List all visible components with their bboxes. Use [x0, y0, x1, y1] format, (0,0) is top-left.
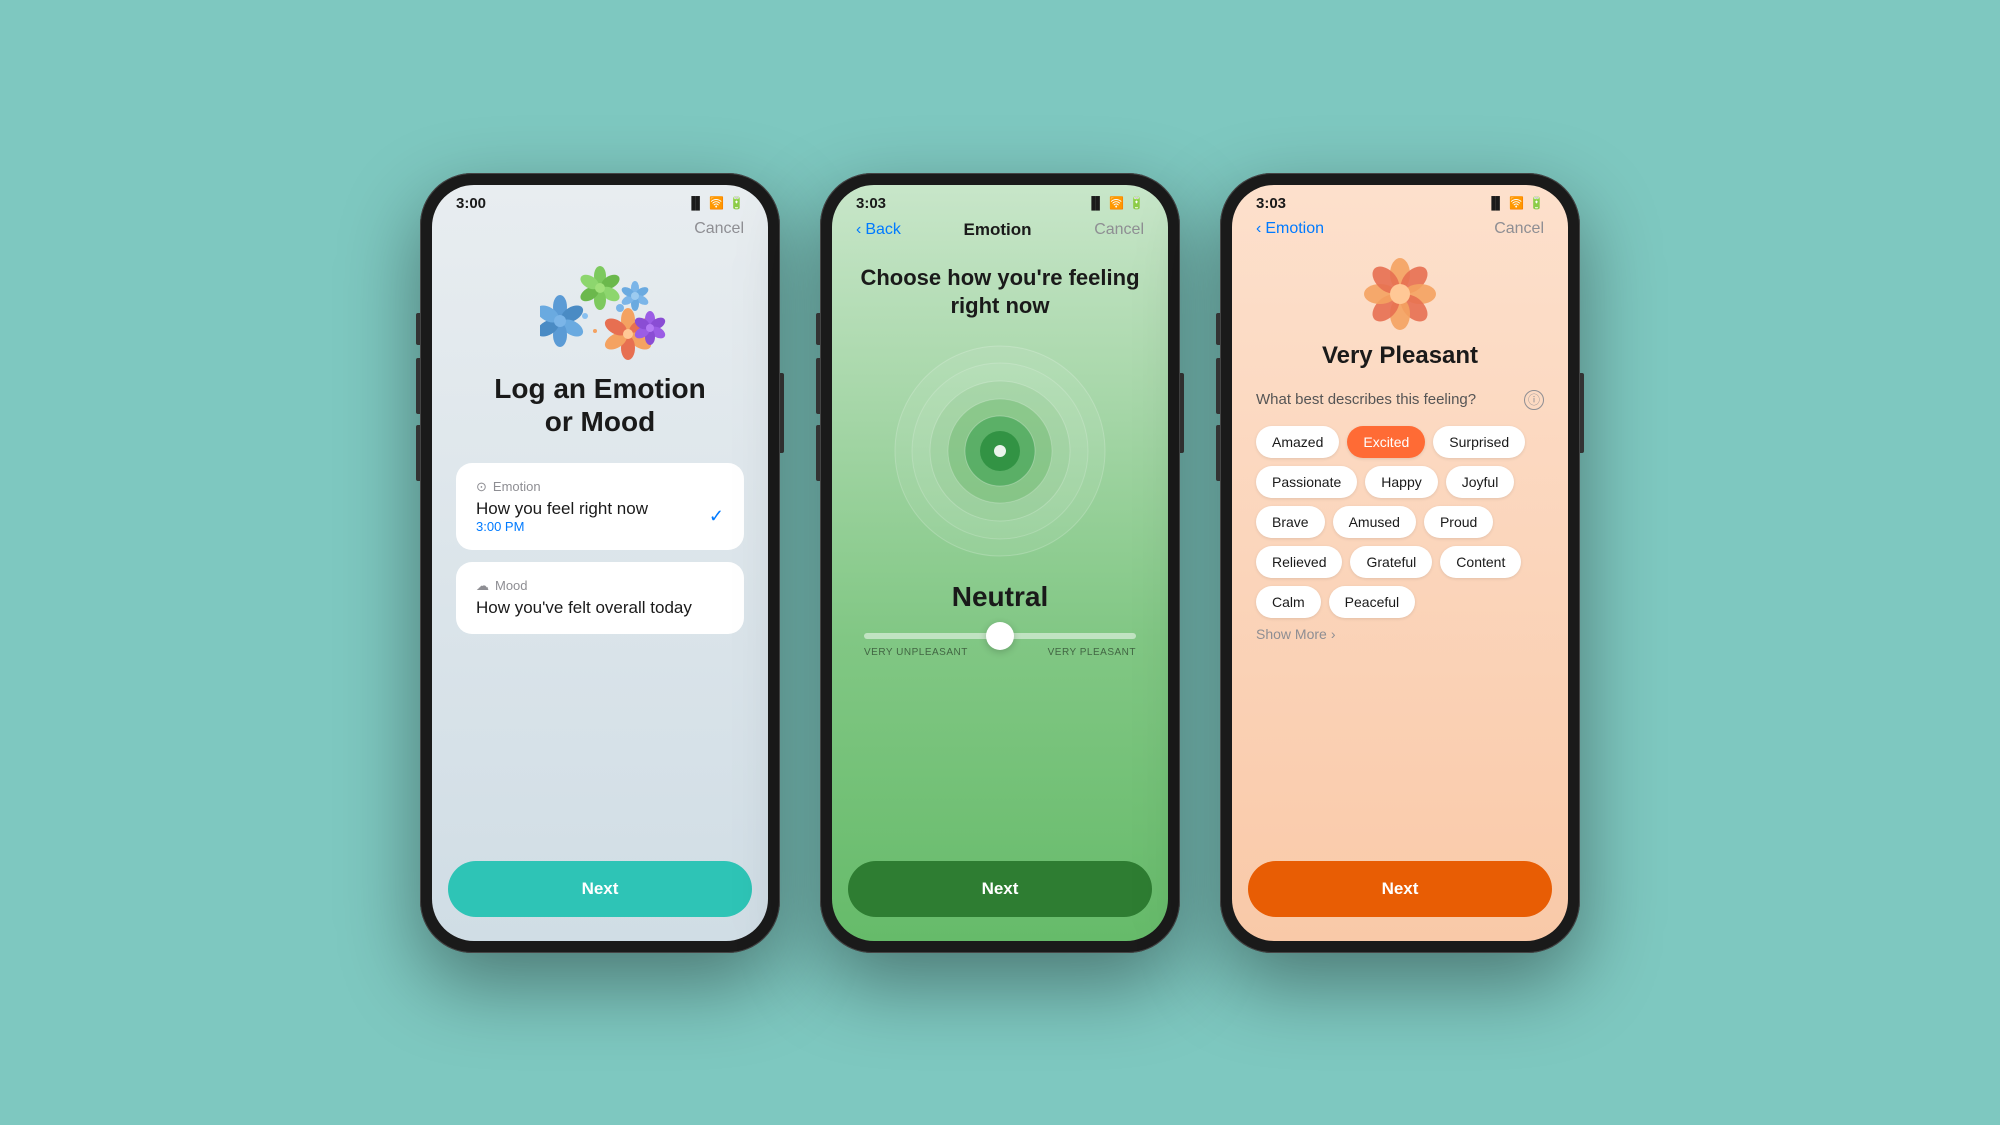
- status-icons-2: ▐▌ 🛜 🔋: [1087, 196, 1144, 210]
- emotion-wheel-container: Choose how you're feeling right now: [832, 248, 1168, 674]
- tag-amazed[interactable]: Amazed: [1256, 426, 1339, 458]
- chevron-right-icon: ›: [1331, 626, 1336, 642]
- signal-icon-2: ▐▌: [1087, 196, 1104, 210]
- tag-amused[interactable]: Amused: [1333, 506, 1416, 538]
- tag-calm[interactable]: Calm: [1256, 586, 1321, 618]
- chevron-left-icon-3: ‹: [1256, 220, 1261, 238]
- slider-label-right: VERY PLEASANT: [1048, 647, 1136, 658]
- battery-icon-3: 🔋: [1529, 196, 1544, 210]
- describes-label: What best describes this feeling?: [1256, 391, 1476, 408]
- nav-title-2: Emotion: [964, 220, 1032, 240]
- status-icons-1: ▐▌ 🛜 🔋: [687, 196, 744, 210]
- wifi-icon-2: 🛜: [1109, 196, 1124, 210]
- slider-label-left: VERY UNPLEASANT: [864, 647, 968, 658]
- tag-grateful[interactable]: Grateful: [1350, 546, 1432, 578]
- next-button-3[interactable]: Next: [1248, 861, 1552, 917]
- emotion-option-card[interactable]: ⊙ Emotion How you feel right now 3:00 PM…: [456, 463, 744, 550]
- cancel-button-1[interactable]: Cancel: [694, 220, 744, 238]
- status-bar-2: 3:03 ▐▌ 🛜 🔋: [832, 185, 1168, 216]
- signal-icon: ▐▌: [687, 196, 704, 210]
- describes-row: What best describes this feeling? ⓘ: [1256, 390, 1544, 410]
- next-button-1[interactable]: Next: [448, 861, 752, 917]
- emotion-type-label: Emotion: [493, 479, 541, 494]
- emotion-checkmark: ✓: [709, 506, 724, 527]
- phone-1: 3:00 ▐▌ 🛜 🔋 Cancel: [420, 173, 780, 953]
- wifi-icon: 🛜: [709, 196, 724, 210]
- phone3-content: Very Pleasant What best describes this f…: [1232, 246, 1568, 650]
- phone-3: 3:03 ▐▌ 🛜 🔋 ‹ Emotion Cancel: [1220, 173, 1580, 953]
- emotion-slider-container: VERY UNPLEASANT VERY PLEASANT: [856, 633, 1144, 658]
- nav-bar-3: ‹ Emotion Cancel: [1232, 216, 1568, 246]
- emotion-slider-thumb[interactable]: [986, 622, 1014, 650]
- emotion-icon: ⊙: [476, 479, 487, 495]
- battery-icon: 🔋: [729, 196, 744, 210]
- info-button[interactable]: ⓘ: [1524, 390, 1544, 410]
- nav-bar-2: ‹ Back Emotion Cancel: [832, 216, 1168, 248]
- show-more-button[interactable]: Show More ›: [1256, 626, 1544, 642]
- mood-icon: ☁: [476, 578, 489, 594]
- wifi-icon-3: 🛜: [1509, 196, 1524, 210]
- cancel-button-3[interactable]: Cancel: [1494, 220, 1544, 238]
- battery-icon-2: 🔋: [1129, 196, 1144, 210]
- status-bar-1: 3:00 ▐▌ 🛜 🔋: [432, 185, 768, 216]
- tag-passionate[interactable]: Passionate: [1256, 466, 1357, 498]
- emotion-slider-track[interactable]: [864, 633, 1136, 639]
- chevron-left-icon: ‹: [856, 221, 861, 239]
- emotion-wheel[interactable]: [890, 341, 1110, 561]
- pleasant-flower-decoration: [1256, 254, 1544, 334]
- status-time-3: 3:03: [1256, 195, 1286, 212]
- tag-proud[interactable]: Proud: [1424, 506, 1493, 538]
- tag-brave[interactable]: Brave: [1256, 506, 1325, 538]
- tag-surprised[interactable]: Surprised: [1433, 426, 1525, 458]
- back-button-3[interactable]: ‹ Emotion: [1256, 220, 1324, 238]
- tag-relieved[interactable]: Relieved: [1256, 546, 1342, 578]
- cancel-button-2[interactable]: Cancel: [1094, 221, 1144, 239]
- tag-peaceful[interactable]: Peaceful: [1329, 586, 1415, 618]
- tag-happy[interactable]: Happy: [1365, 466, 1437, 498]
- flowers-decoration: [540, 266, 660, 356]
- status-bar-3: 3:03 ▐▌ 🛜 🔋: [1232, 185, 1568, 216]
- status-icons-3: ▐▌ 🛜 🔋: [1487, 196, 1544, 210]
- emotion-time: 3:00 PM: [476, 519, 648, 534]
- back-button-2[interactable]: ‹ Back: [856, 221, 901, 239]
- emotion-label: Neutral: [952, 581, 1048, 613]
- pleasant-title: Very Pleasant: [1256, 342, 1544, 370]
- mood-option-card[interactable]: ☁ Mood How you've felt overall today: [456, 562, 744, 634]
- nav-bar-1: Cancel: [432, 216, 768, 246]
- status-time-2: 3:03: [856, 195, 886, 212]
- emotion-wheel-title: Choose how you're feeling right now: [860, 264, 1139, 321]
- status-time-1: 3:00: [456, 195, 486, 212]
- next-button-2[interactable]: Next: [848, 861, 1152, 917]
- tag-content[interactable]: Content: [1440, 546, 1521, 578]
- phone-2: 3:03 ▐▌ 🛜 🔋 ‹ Back Emotion Cancel: [820, 173, 1180, 953]
- phone1-content: Log an Emotion or Mood ⊙ Emotion How you…: [432, 246, 768, 861]
- signal-icon-3: ▐▌: [1487, 196, 1504, 210]
- emotion-tags-grid: Amazed Excited Surprised Passionate Happ: [1256, 426, 1544, 618]
- tag-excited[interactable]: Excited: [1347, 426, 1425, 458]
- tag-joyful[interactable]: Joyful: [1446, 466, 1515, 498]
- mood-description: How you've felt overall today: [476, 598, 724, 618]
- phone1-title: Log an Emotion or Mood: [494, 372, 706, 439]
- mood-type-label: Mood: [495, 578, 528, 593]
- emotion-description: How you feel right now: [476, 499, 648, 519]
